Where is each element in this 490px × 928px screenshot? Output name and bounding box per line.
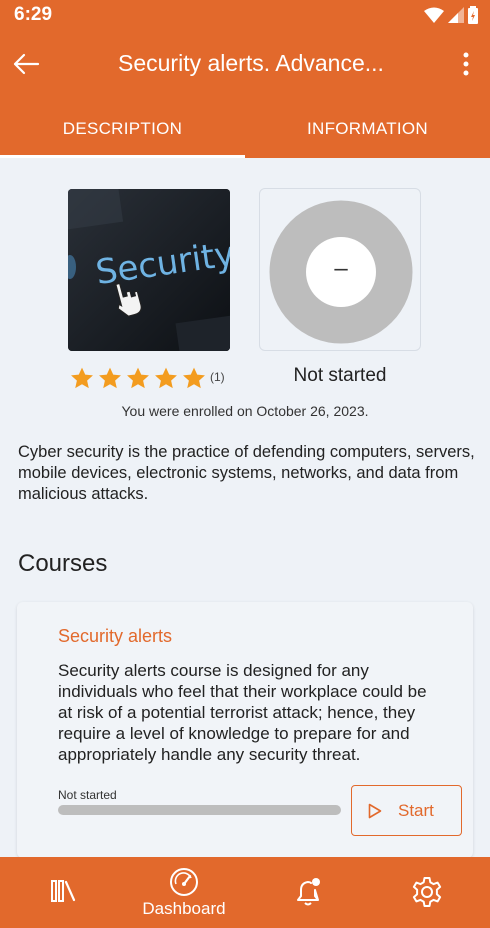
signal-icon bbox=[448, 7, 464, 23]
status-time: 6:29 bbox=[14, 4, 53, 25]
progress-value-label: – bbox=[334, 255, 348, 282]
tab-description[interactable]: DESCRIPTION bbox=[0, 98, 245, 158]
course-title[interactable]: Security alerts bbox=[58, 626, 172, 647]
start-button[interactable]: Start bbox=[351, 785, 462, 836]
course-thumbnail: Security bbox=[68, 189, 230, 351]
courses-heading: Courses bbox=[18, 550, 108, 577]
status-icons bbox=[424, 6, 478, 24]
battery-icon bbox=[468, 6, 478, 24]
nav-settings[interactable] bbox=[410, 857, 444, 928]
course-progress-label: Not started bbox=[58, 788, 117, 802]
star-icon bbox=[99, 367, 121, 389]
nav-library[interactable] bbox=[48, 857, 80, 928]
course-card[interactable]: Security alerts Security alerts course i… bbox=[17, 602, 473, 858]
start-button-label: Start bbox=[398, 801, 434, 820]
program-description: Cyber security is the practice of defend… bbox=[18, 443, 475, 503]
course-description: Security alerts course is designed for a… bbox=[58, 661, 427, 764]
tab-bar: DESCRIPTION INFORMATION bbox=[0, 98, 490, 158]
page-title: Security alerts. Advance... bbox=[118, 50, 384, 76]
nav-notifications[interactable] bbox=[292, 857, 326, 928]
rating-count: (1) bbox=[210, 370, 225, 384]
back-arrow-icon[interactable] bbox=[10, 48, 42, 80]
app-bar: Security alerts. Advance... bbox=[0, 30, 490, 98]
nav-dashboard-label: Dashboard bbox=[142, 899, 226, 918]
status-bar: 6:29 bbox=[0, 0, 490, 30]
star-icon bbox=[155, 367, 177, 389]
thumbnail-image: Security bbox=[68, 189, 230, 351]
rating-stars bbox=[69, 366, 207, 391]
tab-indicator bbox=[0, 155, 245, 158]
star-icon bbox=[127, 367, 149, 389]
bottom-navigation: Dashboard bbox=[0, 857, 490, 928]
star-icon bbox=[71, 367, 93, 389]
dashboard-gauge-icon bbox=[170, 868, 198, 896]
progress-card: – bbox=[259, 188, 421, 351]
star-icon bbox=[183, 367, 205, 389]
tab-information[interactable]: INFORMATION bbox=[245, 98, 490, 158]
gear-icon bbox=[412, 877, 442, 907]
bell-icon bbox=[297, 878, 320, 906]
play-icon bbox=[368, 803, 382, 819]
course-progress-bar bbox=[58, 805, 341, 815]
nav-dashboard[interactable]: Dashboard bbox=[130, 857, 238, 928]
library-icon bbox=[51, 880, 76, 902]
more-vert-icon[interactable] bbox=[458, 48, 474, 80]
progress-status: Not started bbox=[293, 365, 387, 386]
wifi-icon bbox=[424, 7, 444, 23]
enrollment-date: You were enrolled on October 26, 2023. bbox=[121, 403, 369, 419]
